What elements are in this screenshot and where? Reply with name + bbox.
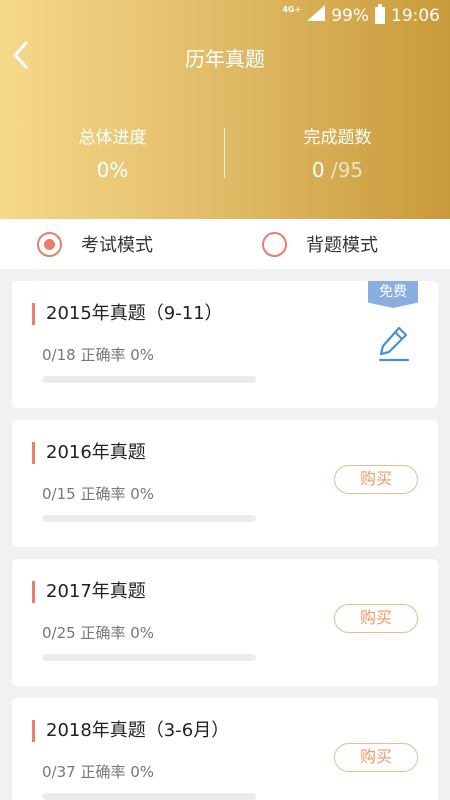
paper-card-2016[interactable]: 2016年真题 0/15 正确率 0% 购买	[12, 420, 438, 547]
header: 4G+ 99% 19:06 历年真题 总体进度 0% 完成题数 0 /95	[0, 0, 450, 219]
exam-mode-option[interactable]: 考试模式	[37, 231, 153, 257]
paper-progress-bar	[42, 376, 256, 383]
paper-progress-bar	[42, 515, 256, 522]
status-bar: 4G+ 99% 19:06	[0, 0, 450, 30]
study-mode-radio[interactable]	[262, 231, 287, 257]
buy-button[interactable]: 购买	[334, 604, 418, 633]
paper-stats: 0/37 正确率 0%	[42, 763, 155, 781]
paper-progress-bar	[42, 654, 256, 661]
exam-mode-radio[interactable]	[37, 231, 62, 257]
completed-count-label: 完成题数	[303, 128, 372, 148]
paper-stats: 0/25 正确率 0%	[42, 624, 155, 642]
paper-title: 2016年真题	[32, 442, 146, 464]
overall-progress: 总体进度 0%	[0, 123, 225, 182]
page-title: 历年真题	[185, 47, 265, 71]
paper-card-2018[interactable]: 2018年真题（3-6月） 0/37 正确率 0% 购买	[12, 698, 438, 800]
network-type: 4G+	[282, 4, 302, 14]
start-practice-button[interactable]	[378, 325, 410, 363]
paper-card-2015[interactable]: 2015年真题（9-11） 0/18 正确率 0% 免费	[12, 281, 438, 408]
battery-icon	[375, 4, 385, 24]
paper-stats: 0/15 正确率 0%	[42, 485, 155, 503]
completed-done: 0	[311, 158, 325, 182]
clock: 19:06	[391, 5, 440, 26]
paper-title: 2018年真题（3-6月）	[32, 720, 229, 742]
overall-progress-label: 总体进度	[78, 128, 147, 148]
mode-selector: 考试模式 背题模式	[0, 219, 450, 269]
completed-total: /95	[330, 158, 364, 182]
study-mode-option[interactable]: 背题模式	[262, 231, 378, 257]
paper-title: 2017年真题	[32, 581, 146, 603]
exam-mode-label: 考试模式	[81, 235, 153, 256]
edit-icon	[378, 326, 410, 362]
buy-button[interactable]: 购买	[334, 465, 418, 494]
status-indicators: 4G+ 99% 19:06	[282, 4, 440, 26]
paper-stats: 0/18 正确率 0%	[42, 346, 155, 364]
paper-title: 2015年真题（9-11）	[32, 303, 223, 325]
completed-count: 完成题数 0 /95	[225, 123, 450, 182]
free-badge: 免费	[368, 281, 418, 308]
paper-progress-bar	[42, 793, 256, 800]
buy-button[interactable]: 购买	[334, 743, 418, 772]
completed-count-value: 0 /95	[225, 158, 450, 182]
paper-card-2017[interactable]: 2017年真题 0/25 正确率 0% 购买	[12, 559, 438, 686]
battery-percent: 99%	[331, 5, 369, 26]
study-mode-label: 背题模式	[306, 235, 378, 256]
overall-progress-value: 0%	[96, 158, 129, 182]
signal-icon	[307, 5, 326, 26]
